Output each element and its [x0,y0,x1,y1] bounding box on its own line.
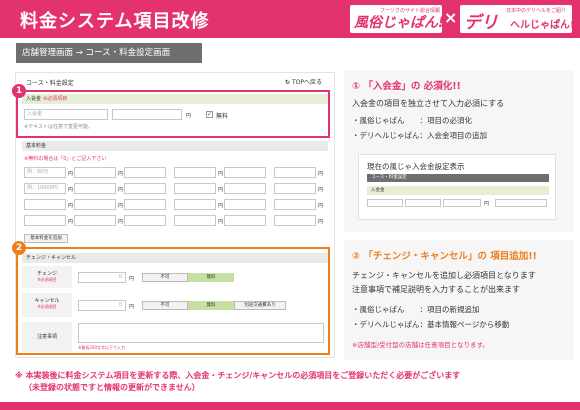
entry-fee-bullet-2: ・デリヘルじゃぱん：入会金項目の追加 [352,131,487,140]
basic-fee-unit: 円 [118,171,124,177]
bottom-bar [0,402,580,410]
basic-fee-unit: 円 [218,219,224,225]
basic-fee-cell[interactable] [224,183,266,194]
inset-field-a [367,199,403,207]
logo-group: フーゾクのサイト総合情報 風俗じゃぱん! × 日本中のデリヘルをご紹介 デリ ヘ… [350,5,575,33]
basic-fee-cell[interactable] [224,215,266,226]
inset-field-d [495,199,547,207]
logo-separator: × [444,8,458,27]
basic-fee-cell[interactable] [74,183,116,194]
basic-fee-unit: 円 [318,171,324,177]
screenshot-title: コース・料金設定 [26,80,74,87]
footer-line-1: ※ 本実装後に料金システム項目を更新する際、入会金・チェンジ/キャンセルの必須項… [15,371,461,380]
current-entry-fee-inset: 現在の風じゃ入会金設定表示 コース・料金設定 入会金 円 [358,154,556,220]
basic-fee-unit: 円 [68,171,74,177]
basic-fee-unit: 円 [118,203,124,209]
entry-fee-panel-desc: 入会金の項目を独立させて入力必須にする [352,99,505,108]
entry-fee-panel: ① 「入会金」の 必須化!! 入会金の項目を独立させて入力必須にする ・風俗じゃ… [344,70,574,232]
deli-japan-logo: 日本中のデリヘルをご紹介 デリ ヘルじゃぱん! [460,5,575,33]
basic-fee-unit: 円 [218,171,224,177]
refresh-arrow-icon: ↻ [285,79,291,86]
change-cancel-panel-title: ② 「チェンジ・キャンセル」の 項目追加!! [352,251,537,262]
basic-fee-cell[interactable]: 例：10000円 [24,183,66,194]
inset-field-b [405,199,441,207]
basic-fee-cell[interactable] [174,183,216,194]
basic-fee-cell[interactable] [224,167,266,178]
basic-fee-cell[interactable] [124,199,166,210]
change-cancel-bullet-2: ・デリヘルじゃぱん：基本情報ページから移動 [352,320,510,329]
change-cancel-desc-1: チェンジ・キャンセルを追加し必須項目となります [352,271,536,280]
change-cancel-note: ※店舗型/受付型の店舗は任意項目となります。 [352,341,489,349]
basic-fee-cell[interactable] [174,215,216,226]
add-basic-fee-button[interactable]: 基本料金を追加 [24,234,68,243]
inset-entry-label: 入会金 [367,186,549,195]
footer-warning: ※ 本実装後に料金システム項目を更新する際、入会金・チェンジ/キャンセルの必須項… [15,370,575,394]
basic-fee-cell[interactable] [24,199,66,210]
basic-fee-unit: 円 [318,187,324,193]
basic-fee-cell[interactable] [274,167,316,178]
basic-fee-cell[interactable] [274,199,316,210]
inset-header-bar: コース・料金設定 [367,174,549,182]
basic-fee-cell[interactable] [124,215,166,226]
footer-line-2: （未登録の状態ですと情報の更新ができません） [24,383,200,392]
page-title: 料金システム項目改修 [20,11,210,32]
basic-fee-cell[interactable] [174,167,216,178]
basic-fee-cell[interactable] [274,215,316,226]
slide: 料金システム項目改修 フーゾクのサイト総合情報 風俗じゃぱん! × 日本中のデリ… [0,0,580,410]
basic-fee-cell[interactable] [74,199,116,210]
basic-fee-cell[interactable] [124,183,166,194]
badge-2: 2 [12,241,26,255]
basic-fee-unit: 円 [68,219,74,225]
entry-fee-panel-title: ① 「入会金」の 必須化!! [352,81,461,92]
badge-1: 1 [12,84,26,98]
change-cancel-panel: ② 「チェンジ・キャンセル」の 項目追加!! チェンジ・キャンセルを追加し必須項… [344,240,574,360]
basic-fee-unit: 円 [118,219,124,225]
basic-fee-unit: 円 [318,219,324,225]
basic-fee-cell[interactable] [74,215,116,226]
basic-fee-section-bar: 基本料金 [22,141,328,151]
change-cancel-desc-2: 注意事項で補足説明を入力することが出来ます [352,285,520,294]
header-bar: 料金システム項目改修 フーゾクのサイト総合情報 風俗じゃぱん! × 日本中のデリ… [0,0,580,38]
basic-fee-cell[interactable] [224,199,266,210]
basic-fee-note: ※無料の場合は「0」とご記入下さい [24,156,107,162]
basic-fee-unit: 円 [318,203,324,209]
change-cancel-bullet-1: ・風俗じゃぱん ：項目の新規追加 [352,305,480,314]
basic-fee-unit: 円 [68,187,74,193]
fuzoku-japan-logo: フーゾクのサイト総合情報 風俗じゃぱん! [350,5,444,33]
basic-fee-unit: 円 [218,187,224,193]
basic-fee-cell[interactable] [24,215,66,226]
entry-fee-highlight [16,90,330,138]
basic-fee-cell[interactable] [174,199,216,210]
basic-fee-cell[interactable] [124,167,166,178]
change-cancel-highlight [16,247,330,355]
inset-title: 現在の風じゃ入会金設定表示 [367,162,465,171]
entry-fee-bullet-1: ・風俗じゃぱん ：項目の必須化 [352,116,472,125]
basic-fee-unit: 円 [118,187,124,193]
breadcrumb: 店舗管理画面 → コース・料金設定画面 [16,43,202,63]
basic-fee-unit: 円 [218,203,224,209]
basic-fee-cell[interactable] [274,183,316,194]
top-link[interactable]: ↻ TOPへ戻る [285,77,322,86]
basic-fee-cell[interactable] [74,167,116,178]
basic-fee-cell[interactable]: 例：60分 [24,167,66,178]
basic-fee-unit: 円 [68,203,74,209]
inset-field-c [443,199,481,207]
